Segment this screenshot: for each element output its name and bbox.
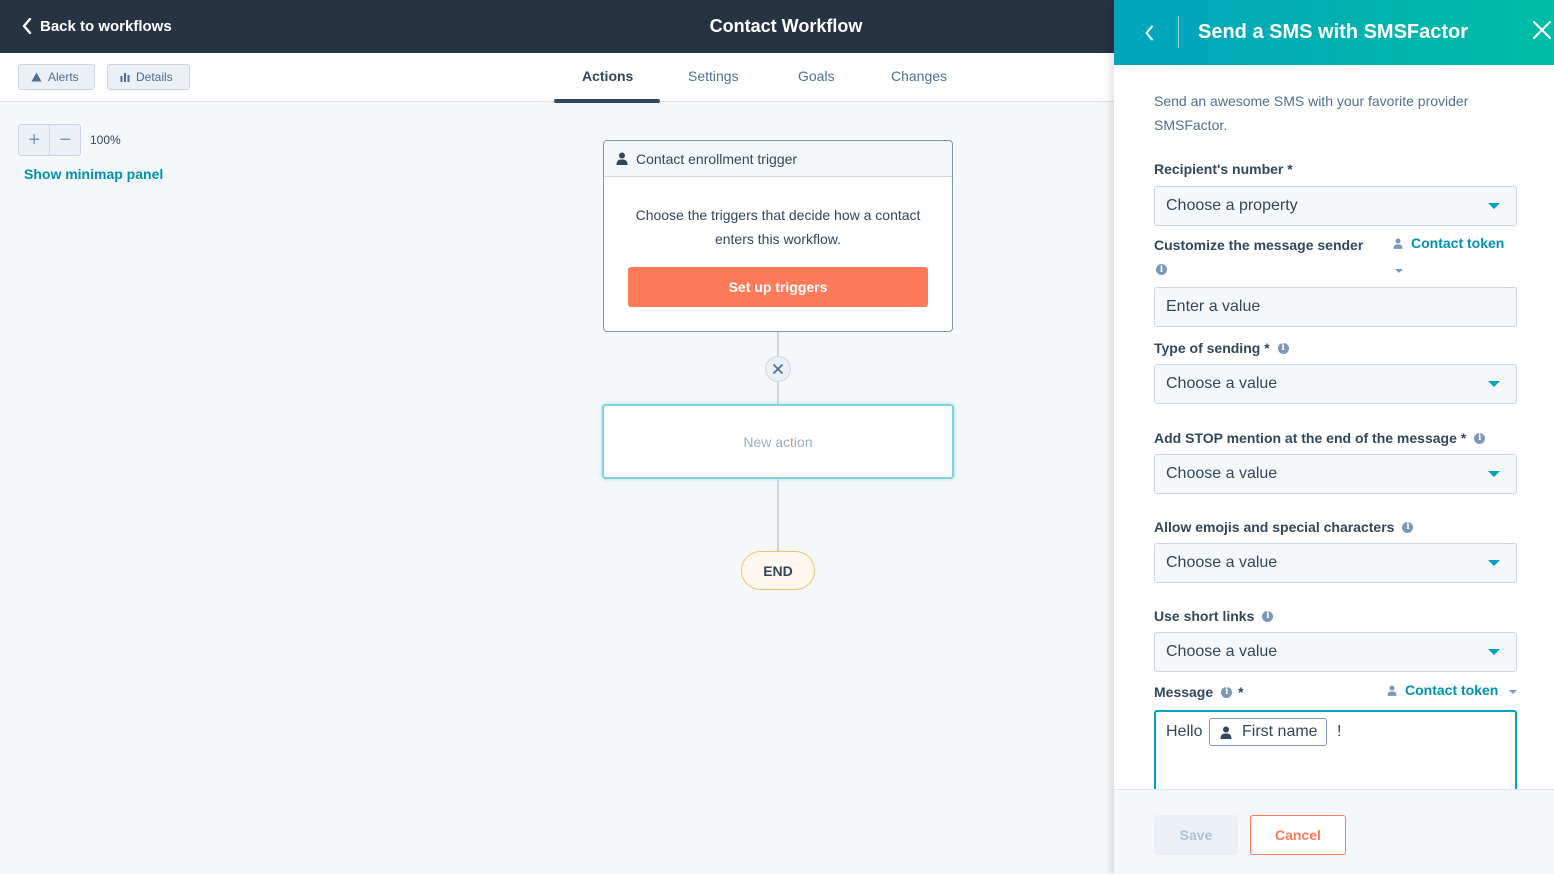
info-icon[interactable]: i: [1221, 686, 1233, 698]
action-panel: Send a SMS with SMSFactor Send an awesom…: [1114, 0, 1554, 874]
connector-line: [777, 332, 779, 356]
alerts-button[interactable]: Alerts: [18, 64, 95, 90]
close-icon: [1533, 21, 1551, 39]
message-required-marker: *: [1238, 684, 1244, 700]
set-up-triggers-button[interactable]: Set up triggers: [628, 267, 928, 307]
caret-down-icon[interactable]: [1395, 269, 1403, 273]
caret-down-icon[interactable]: [1509, 690, 1517, 694]
enrollment-trigger-card[interactable]: Contact enrollment trigger Choose the tr…: [603, 140, 953, 332]
stop-mention-label-text: Add STOP mention at the end of the messa…: [1154, 430, 1467, 446]
bar-chart-icon: [120, 73, 130, 82]
info-icon[interactable]: i: [1262, 610, 1274, 622]
zoom-controls: + −: [18, 124, 81, 156]
alerts-label: Alerts: [48, 70, 79, 84]
remove-connector-button[interactable]: [765, 356, 791, 382]
first-name-token-chip[interactable]: First name: [1209, 718, 1327, 746]
panel-title: Send a SMS with SMSFactor: [1198, 21, 1469, 43]
emoji-label: Allow emojis and special characters i: [1154, 519, 1414, 535]
message-editor[interactable]: Hello First name !: [1154, 710, 1517, 789]
tab-actions[interactable]: Actions: [582, 68, 633, 84]
trigger-header: Contact enrollment trigger: [604, 141, 952, 177]
message-text-prefix: Hello: [1166, 723, 1203, 740]
user-icon: [1387, 685, 1397, 696]
user-icon: [616, 152, 628, 165]
message-label: Message i *: [1154, 684, 1244, 700]
close-icon: [773, 364, 783, 374]
show-minimap-link[interactable]: Show minimap panel: [24, 166, 163, 182]
header-divider: [1178, 16, 1179, 48]
workflow-title-text[interactable]: Contact Workflow: [710, 16, 863, 36]
zoom-in-button[interactable]: +: [19, 125, 49, 155]
panel-close-button[interactable]: [1530, 18, 1554, 42]
action-description: Send an awesome SMS with your favorite p…: [1154, 93, 1469, 133]
emoji-label-text: Allow emojis and special characters: [1154, 519, 1395, 535]
chevron-left-icon: [1145, 25, 1153, 41]
zoom-out-button[interactable]: −: [49, 125, 80, 155]
sender-contact-token-link[interactable]: Contact token: [1393, 235, 1504, 251]
tab-changes[interactable]: Changes: [891, 68, 947, 84]
contact-token-label: Contact token: [1405, 682, 1499, 698]
details-button[interactable]: Details: [107, 64, 190, 90]
panel-form: Send an awesome SMS with your favorite p…: [1154, 65, 1517, 789]
panel-header: Send a SMS with SMSFactor: [1114, 0, 1554, 65]
message-label-text: Message: [1154, 684, 1214, 700]
short-links-label-text: Use short links: [1154, 608, 1255, 624]
details-label: Details: [136, 70, 173, 84]
sending-type-select-value: Choose a value: [1166, 375, 1278, 392]
recipient-select[interactable]: Choose a property: [1154, 186, 1517, 226]
stop-mention-select[interactable]: Choose a value: [1154, 454, 1517, 494]
workflow-header: Back to workflows Contact Workflow: [0, 0, 1114, 53]
caret-down-icon: [1488, 471, 1500, 477]
sender-input[interactable]: [1154, 287, 1517, 327]
tab-goals[interactable]: Goals: [798, 68, 835, 84]
sender-label: Customize the message sender: [1154, 237, 1363, 253]
emoji-select[interactable]: Choose a value: [1154, 543, 1517, 583]
caret-down-icon: [1488, 203, 1500, 209]
zoom-level: 100%: [90, 133, 121, 147]
sending-type-select[interactable]: Choose a value: [1154, 364, 1517, 404]
info-icon[interactable]: i: [1402, 521, 1414, 533]
short-links-label: Use short links i: [1154, 608, 1274, 624]
connector-line: [777, 479, 779, 551]
short-links-select[interactable]: Choose a value: [1154, 632, 1517, 672]
sending-type-label: Type of sending * i: [1154, 340, 1289, 356]
token-chip-label: First name: [1242, 723, 1318, 740]
recipient-label-text: Recipient's number *: [1154, 161, 1293, 177]
message-text-suffix: !: [1337, 723, 1342, 740]
recipient-label: Recipient's number *: [1154, 161, 1293, 177]
info-icon[interactable]: i: [1156, 264, 1167, 275]
info-icon[interactable]: i: [1474, 432, 1486, 444]
tab-settings[interactable]: Settings: [688, 68, 739, 84]
stop-mention-select-value: Choose a value: [1166, 465, 1278, 482]
caret-down-icon: [1488, 381, 1500, 387]
connector-line: [777, 382, 779, 404]
contact-token-label: Contact token: [1411, 235, 1505, 251]
sender-label-text: Customize the message sender: [1154, 237, 1364, 253]
panel-back-button[interactable]: [1136, 20, 1162, 46]
workflow-toolbar: Alerts Details Actions Settings Goals Ch…: [0, 53, 1114, 103]
warning-icon: [31, 72, 42, 82]
save-button[interactable]: Save: [1154, 815, 1238, 855]
trigger-title: Contact enrollment trigger: [636, 150, 798, 167]
caret-down-icon: [1488, 560, 1500, 566]
user-icon: [1393, 238, 1403, 249]
workflow-title: Contact Workflow: [0, 16, 1114, 37]
user-icon: [1220, 726, 1232, 739]
message-contact-token-link[interactable]: Contact token: [1387, 682, 1498, 698]
new-action-card[interactable]: New action: [602, 404, 954, 479]
emoji-select-value: Choose a value: [1166, 554, 1278, 571]
info-icon[interactable]: i: [1277, 342, 1289, 354]
trigger-description: Choose the triggers that decide how a co…: [635, 207, 921, 247]
cancel-button[interactable]: Cancel: [1250, 815, 1346, 855]
short-links-select-value: Choose a value: [1166, 643, 1278, 660]
recipient-select-value: Choose a property: [1166, 197, 1298, 214]
sending-type-label-text: Type of sending *: [1154, 340, 1270, 356]
panel-footer: Save Cancel: [1114, 789, 1554, 874]
active-tab-indicator: [554, 99, 660, 103]
end-node: END: [741, 551, 815, 590]
stop-mention-label: Add STOP mention at the end of the messa…: [1154, 430, 1486, 446]
caret-down-icon: [1488, 649, 1500, 655]
